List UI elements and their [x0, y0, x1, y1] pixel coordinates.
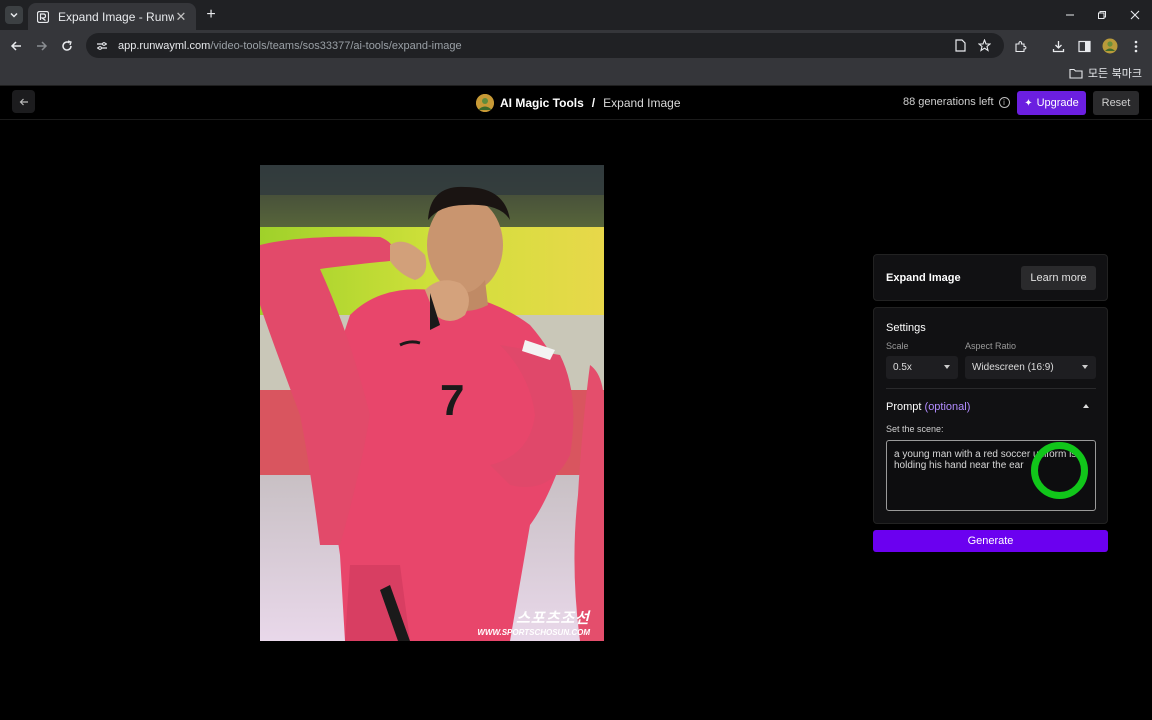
bookmark-bar: 모든 북마크 — [0, 61, 1152, 86]
new-tab-button[interactable]: + — [202, 6, 220, 24]
tab-search-button[interactable] — [5, 6, 23, 24]
close-window-icon[interactable] — [1126, 6, 1144, 24]
url-path: /video-tools/teams/sos33377/ai-tools/exp… — [210, 39, 462, 52]
chevron-down-icon — [10, 12, 18, 18]
tab-title: Expand Image - Runway — [58, 9, 174, 24]
browser-toolbar: app.runwayml.com/video-tools/teams/sos33… — [0, 30, 1152, 61]
upgrade-button[interactable]: ✦ Upgrade — [1017, 91, 1086, 115]
aspect-ratio-select[interactable]: Widescreen (16:9) — [965, 356, 1096, 379]
sparkle-icon: ✦ — [1024, 97, 1033, 109]
all-bookmarks-label: 모든 북마크 — [1087, 67, 1142, 80]
generations-left: 88 generations left i — [903, 96, 1010, 108]
photo-watermark: 스포츠조선 WWW.SPORTSCHOSUN.COM — [477, 607, 590, 637]
jersey-number: 7 — [440, 376, 464, 425]
prompt-optional-tag: (optional) — [924, 401, 971, 413]
breadcrumb-app-link[interactable]: AI Magic Tools — [500, 96, 584, 110]
breadcrumb-separator: / — [591, 95, 596, 110]
divider — [886, 388, 1096, 389]
info-icon[interactable]: i — [998, 96, 1010, 108]
browser-menu-icon[interactable] — [1127, 37, 1145, 55]
back-arrow-icon[interactable] — [7, 37, 25, 55]
extensions-icon[interactable] — [1011, 37, 1029, 55]
workspace-avatar — [476, 93, 494, 112]
caret-down-icon — [1082, 365, 1088, 369]
scale-label: Scale — [886, 341, 909, 351]
folder-icon — [1069, 68, 1083, 79]
close-tab-icon[interactable]: ✕ — [174, 9, 188, 24]
tool-info-panel: Expand Image Learn more — [873, 254, 1108, 301]
generate-button[interactable]: Generate — [873, 530, 1108, 552]
browser-tab[interactable]: Expand Image - Runway ✕ — [28, 3, 196, 30]
site-info-icon[interactable] — [94, 38, 110, 54]
app-header: AI Magic Tools / Expand Image 88 generat… — [0, 86, 1152, 120]
tool-title: Expand Image — [886, 272, 961, 284]
all-bookmarks-button[interactable]: 모든 북마크 — [1069, 65, 1142, 81]
page-icon[interactable] — [952, 37, 968, 53]
url-host: app.runwayml.com — [118, 39, 211, 52]
caret-down-icon — [944, 365, 950, 369]
app-back-button[interactable] — [12, 90, 35, 113]
bookmark-star-icon[interactable] — [976, 37, 992, 53]
prompt-section-toggle[interactable]: Prompt (optional) — [886, 401, 970, 413]
scale-value: 0.5x — [893, 362, 912, 373]
watermark-url: WWW.SPORTSCHOSUN.COM — [477, 628, 590, 637]
reset-button[interactable]: Reset — [1093, 91, 1139, 115]
learn-more-button[interactable]: Learn more — [1021, 266, 1096, 290]
download-icon[interactable] — [1049, 37, 1067, 55]
cursor-highlight — [1031, 442, 1088, 499]
scale-select[interactable]: 0.5x — [886, 356, 958, 379]
reload-icon[interactable] — [58, 37, 76, 55]
back-arrow-icon — [19, 98, 28, 105]
browser-tab-bar: Expand Image - Runway ✕ + — [0, 0, 1152, 30]
minimize-icon[interactable] — [1061, 6, 1079, 24]
aspect-ratio-value: Widescreen (16:9) — [972, 362, 1054, 373]
runway-favicon-icon — [36, 10, 50, 24]
forward-arrow-icon[interactable] — [33, 37, 51, 55]
soccer-player-photo: 7 — [260, 165, 604, 641]
settings-title: Settings — [886, 322, 926, 334]
address-bar[interactable]: app.runwayml.com/video-tools/teams/sos33… — [86, 33, 1004, 58]
source-image: 7 스포츠조선 WWW.SPORTSCHOSUN.COM — [260, 165, 604, 641]
side-panel-icon[interactable] — [1075, 37, 1093, 55]
breadcrumb: AI Magic Tools / Expand Image — [476, 93, 681, 112]
restore-icon[interactable] — [1093, 6, 1111, 24]
profile-avatar-icon[interactable] — [1101, 37, 1119, 55]
prompt-title: Prompt — [886, 401, 922, 413]
upgrade-label: Upgrade — [1036, 97, 1079, 109]
caret-up-icon[interactable] — [1083, 404, 1089, 408]
aspect-ratio-label: Aspect Ratio — [965, 341, 1017, 351]
watermark-brand: 스포츠조선 — [515, 610, 590, 627]
breadcrumb-current-page: Expand Image — [603, 95, 681, 110]
scene-label: Set the scene: — [886, 424, 944, 434]
generations-left-text: 88 generations left — [903, 96, 994, 108]
